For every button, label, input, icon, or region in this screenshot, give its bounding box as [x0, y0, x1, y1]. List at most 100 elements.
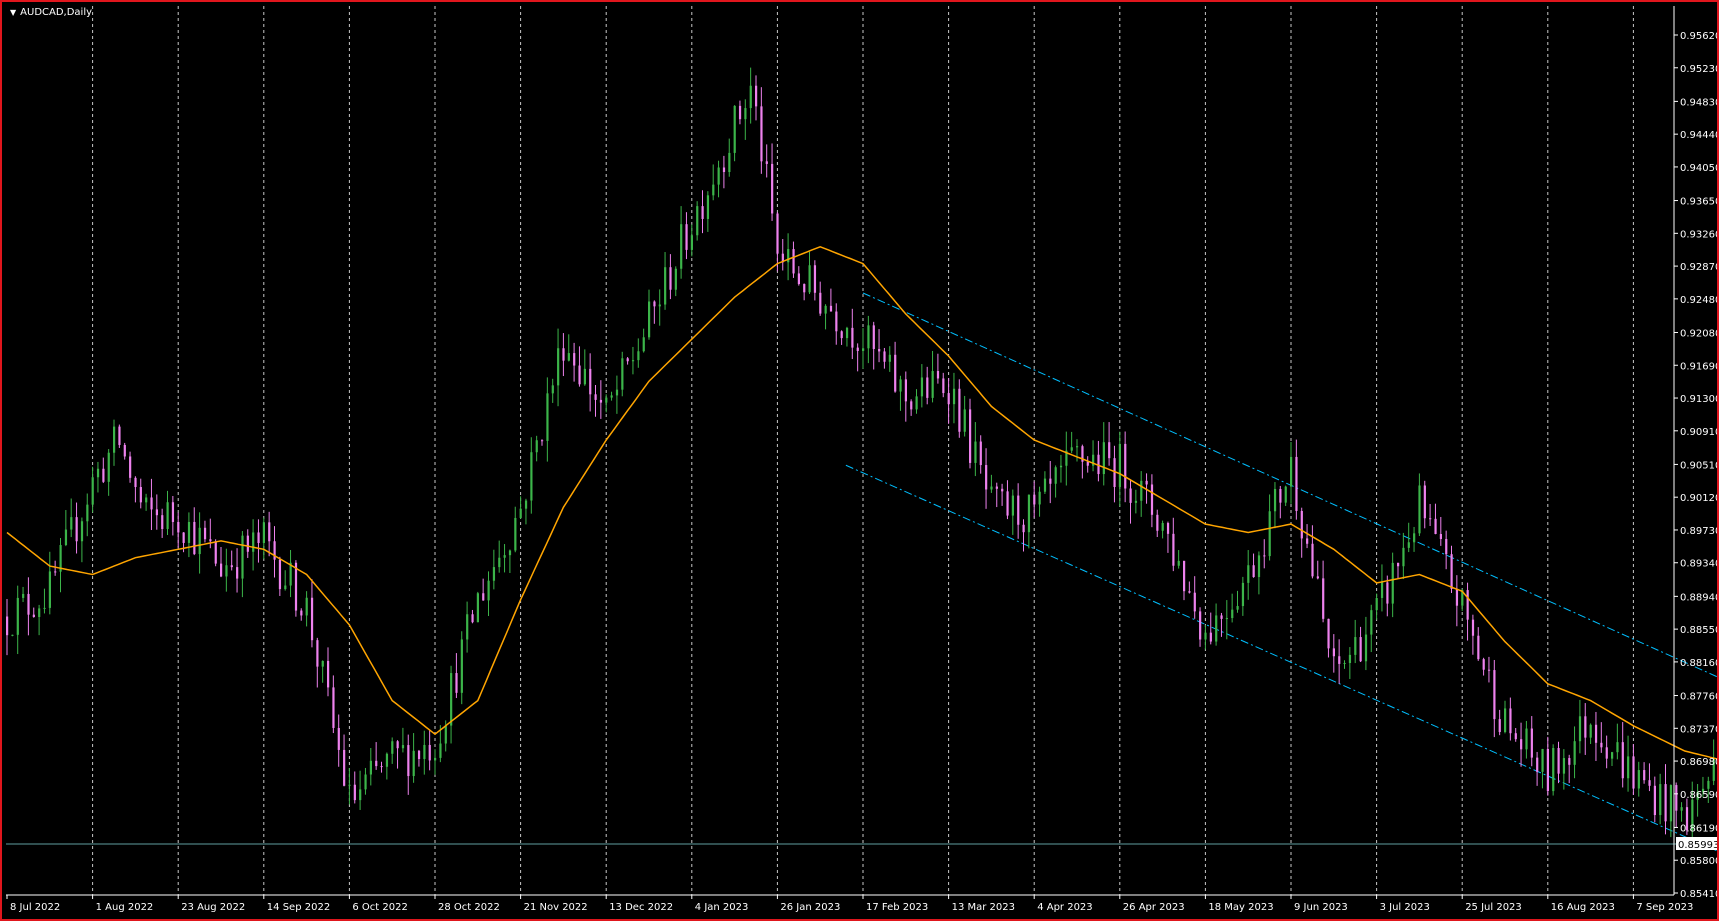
candle-body — [1359, 637, 1362, 662]
price-chart[interactable]: 0.95620 0.95230 0.94830 0.94440 0.94050 0.936… — [2, 2, 1717, 919]
symbol-title[interactable]: ▼ AUDCAD,Daily — [10, 7, 92, 18]
candle-body — [1429, 518, 1432, 520]
candle-body — [1263, 555, 1266, 557]
candle-body — [712, 184, 715, 196]
candle-body — [161, 515, 164, 530]
candle-body — [599, 399, 603, 403]
candle-body — [1680, 807, 1683, 811]
time-tick-label: 8 Jul 2022 — [10, 902, 60, 913]
candle-body — [1086, 461, 1089, 466]
candle-body — [813, 265, 817, 293]
candle-body — [1327, 618, 1330, 649]
candle-body — [1664, 784, 1667, 822]
candle-body — [1043, 478, 1047, 492]
price-tick-label: 0.87370 — [1680, 724, 1717, 735]
candle-body — [1231, 609, 1234, 619]
chart-window[interactable]: 0.95620 0.95230 0.94830 0.94440 0.94050 0.936… — [0, 0, 1719, 921]
candle-body — [1611, 752, 1614, 759]
candle-body — [1439, 534, 1442, 540]
candle-body — [931, 371, 934, 398]
candle-body — [524, 500, 528, 509]
candle-body — [225, 565, 228, 577]
candle-body — [899, 379, 902, 392]
candle-body — [305, 597, 308, 616]
candle-body — [1669, 785, 1673, 822]
candle-body — [1156, 514, 1159, 531]
candle-body — [1022, 524, 1025, 533]
candle-body — [690, 235, 693, 250]
price-tick-label: 0.90120 — [1680, 493, 1717, 504]
candle-body — [589, 368, 592, 395]
candle-body — [631, 360, 635, 362]
candle-body — [648, 301, 651, 338]
candle-body — [1568, 758, 1571, 765]
caret-down-icon[interactable]: ▼ — [10, 8, 16, 17]
candle-body — [1129, 488, 1132, 503]
candle-body — [894, 354, 897, 392]
candle-body — [867, 325, 870, 349]
candle-body — [1006, 491, 1009, 516]
candle-body — [1552, 748, 1555, 792]
time-tick-label: 23 Aug 2022 — [181, 902, 245, 913]
candle-body — [851, 327, 854, 348]
candle-body — [1605, 747, 1608, 759]
candle-body — [680, 224, 683, 269]
candle-body — [1632, 756, 1635, 789]
candle-body — [1215, 615, 1218, 642]
candle-body — [1225, 618, 1228, 620]
time-tick-label: 16 Aug 2023 — [1551, 902, 1615, 913]
candle-body — [193, 521, 196, 555]
price-tick-label: 0.88550 — [1680, 625, 1717, 636]
candle-body — [658, 304, 661, 307]
candle-body — [551, 385, 554, 394]
candle-body — [1402, 547, 1405, 567]
price-tick-label: 0.85410 — [1680, 889, 1717, 900]
candle-body — [482, 593, 485, 601]
trend-channel[interactable] — [845, 292, 1717, 890]
candle-body — [573, 353, 576, 366]
candle-body — [1108, 442, 1111, 459]
candle-body — [1466, 590, 1469, 620]
candle-body — [546, 393, 549, 441]
candle-body — [417, 750, 421, 760]
price-tick-label: 0.93260 — [1680, 229, 1717, 240]
candle-body — [1070, 447, 1073, 451]
candle-body — [492, 567, 496, 581]
candle-body — [11, 634, 14, 636]
time-tick-label: 14 Sep 2022 — [267, 902, 330, 913]
time-tick-label: 26 Apr 2023 — [1123, 902, 1185, 913]
price-tick-label: 0.88940 — [1680, 592, 1717, 603]
candle-body — [979, 441, 982, 466]
price-tick-label: 0.95620 — [1680, 31, 1717, 42]
candle-body — [353, 784, 356, 801]
candle-body — [717, 167, 720, 185]
candle-body — [391, 741, 394, 754]
candle-body — [450, 673, 453, 726]
candle-body — [48, 571, 51, 608]
candle-body — [385, 753, 389, 767]
candle-body — [155, 509, 158, 516]
candle-body — [209, 539, 212, 542]
price-tick-label: 0.90910 — [1680, 427, 1717, 438]
candle-body — [230, 565, 233, 568]
candle-body — [1316, 576, 1319, 579]
candle-body — [1102, 442, 1105, 475]
candle-body — [455, 673, 458, 693]
candle-body — [1514, 733, 1517, 740]
candle-body — [920, 377, 924, 397]
candle-body — [1509, 708, 1512, 734]
candle-body — [803, 284, 806, 293]
price-tick-label: 0.94050 — [1680, 163, 1717, 174]
candle-body — [610, 395, 613, 398]
time-tick-label: 1 Aug 2022 — [96, 902, 154, 913]
candle-body — [696, 206, 699, 236]
price-tick-label: 0.94440 — [1680, 130, 1717, 141]
candle-body — [1284, 486, 1287, 503]
candle-body — [1477, 635, 1480, 660]
candle-body — [1643, 770, 1646, 781]
candle-body — [514, 517, 517, 551]
candle-body — [974, 441, 977, 463]
candle-body — [594, 394, 597, 400]
candle-body — [1418, 485, 1421, 534]
candle-body — [926, 377, 929, 398]
